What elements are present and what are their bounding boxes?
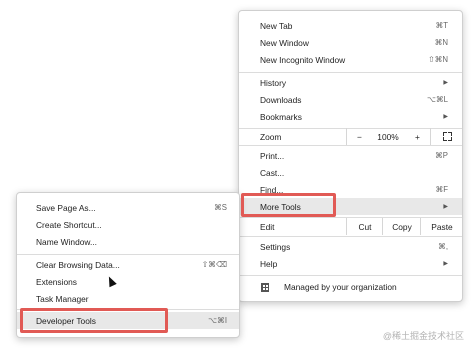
submenu-arrow-icon: ▶ <box>443 204 448 210</box>
menu-item-label: Save Page As... <box>36 202 96 213</box>
menu-item-shortcut: ⌘F <box>435 185 448 194</box>
cut-button[interactable]: Cut <box>346 218 383 235</box>
menu-divider <box>239 275 462 276</box>
menu-item-new-window[interactable]: New Window ⌘N <box>239 34 462 51</box>
menu-item-label: Clear Browsing Data... <box>36 259 120 270</box>
zoom-out-button[interactable]: − <box>346 128 372 145</box>
menu-item-label: New Window <box>260 37 309 48</box>
more-tools-submenu: Save Page As... ⌘S Create Shortcut... Na… <box>16 192 240 338</box>
menu-divider <box>239 145 462 146</box>
submenu-item-name-window[interactable]: Name Window... <box>17 233 239 250</box>
menu-item-label: Settings <box>260 241 291 252</box>
fullscreen-icon <box>442 132 452 141</box>
menu-item-print[interactable]: Print... ⌘P <box>239 147 462 164</box>
menu-item-settings[interactable]: Settings ⌘, <box>239 238 462 255</box>
plus-icon: + <box>415 131 420 142</box>
menu-item-label: Print... <box>260 150 285 161</box>
menu-item-shortcut: ⇧⌘N <box>428 55 448 64</box>
submenu-item-extensions[interactable]: Extensions <box>17 273 239 290</box>
zoom-in-button[interactable]: + <box>405 128 430 145</box>
menu-item-cast[interactable]: Cast... <box>239 164 462 181</box>
submenu-item-clear-browsing-data[interactable]: Clear Browsing Data... ⇧⌘⌫ <box>17 256 239 273</box>
zoom-value: 100% <box>377 131 399 142</box>
menu-item-shortcut: ⌘, <box>438 242 448 251</box>
menu-item-downloads[interactable]: Downloads ⌥⌘L <box>239 91 462 108</box>
menu-item-bookmarks[interactable]: Bookmarks ▶ <box>239 108 462 125</box>
menu-item-label: Bookmarks <box>260 111 302 122</box>
menu-divider <box>239 236 462 237</box>
fullscreen-button[interactable] <box>430 128 463 145</box>
copy-button[interactable]: Copy <box>382 218 421 235</box>
chrome-main-menu: New Tab ⌘T New Window ⌘N New Incognito W… <box>238 10 463 302</box>
watermark: @稀土掘金技术社区 <box>382 331 464 341</box>
menu-item-label: Developer Tools <box>36 315 96 326</box>
managed-label: Managed by your organization <box>284 281 397 292</box>
menu-item-label: Downloads <box>260 94 302 105</box>
menu-item-new-incognito-window[interactable]: New Incognito Window ⇧⌘N <box>239 51 462 68</box>
menu-item-shortcut: ⌥⌘I <box>208 316 227 325</box>
menu-item-label: Create Shortcut... <box>36 219 102 230</box>
menu-item-shortcut: ⇧⌘⌫ <box>201 260 227 269</box>
submenu-item-save-page-as[interactable]: Save Page As... ⌘S <box>17 199 239 216</box>
menu-item-more-tools[interactable]: More Tools ▶ <box>239 198 462 215</box>
menu-item-label: Task Manager <box>36 293 89 304</box>
menu-item-history[interactable]: History ▶ <box>239 74 462 91</box>
menu-item-help[interactable]: Help ▶ <box>239 255 462 272</box>
building-icon <box>260 282 270 292</box>
menu-item-label: Help <box>260 258 278 269</box>
menu-item-shortcut: ⌘N <box>434 38 448 47</box>
menu-item-label: New Tab <box>260 20 293 31</box>
menu-item-label: New Incognito Window <box>260 54 346 65</box>
minus-icon: − <box>357 131 362 142</box>
menu-item-find[interactable]: Find... ⌘F <box>239 181 462 198</box>
menu-item-shortcut: ⌘S <box>214 203 227 212</box>
menu-item-shortcut: ⌘P <box>435 151 448 160</box>
menu-item-label: More Tools <box>260 201 301 212</box>
edit-row: Edit Cut Copy Paste <box>239 218 462 235</box>
menu-item-new-tab[interactable]: New Tab ⌘T <box>239 17 462 34</box>
menu-item-label: History <box>260 77 287 88</box>
submenu-arrow-icon: ▶ <box>443 114 448 120</box>
paste-label: Paste <box>431 221 453 232</box>
cut-label: Cut <box>358 221 372 232</box>
menu-divider <box>17 309 239 310</box>
menu-divider <box>17 254 239 255</box>
menu-item-label: Extensions <box>36 276 77 287</box>
menu-item-label: Find... <box>260 184 284 195</box>
copy-label: Copy <box>392 221 412 232</box>
submenu-arrow-icon: ▶ <box>443 261 448 267</box>
menu-item-shortcut: ⌘T <box>435 21 448 30</box>
submenu-item-developer-tools[interactable]: Developer Tools ⌥⌘I <box>17 312 239 329</box>
submenu-arrow-icon: ▶ <box>443 80 448 86</box>
menu-divider <box>239 72 462 73</box>
menu-item-label: Cast... <box>260 167 285 178</box>
managed-by-organization[interactable]: Managed by your organization <box>239 278 462 295</box>
menu-item-label: Name Window... <box>36 236 97 247</box>
paste-button[interactable]: Paste <box>420 218 463 235</box>
zoom-row: Zoom − 100% + <box>239 128 462 145</box>
submenu-item-task-manager[interactable]: Task Manager <box>17 290 239 307</box>
menu-item-shortcut: ⌥⌘L <box>426 95 448 104</box>
zoom-level: 100% <box>371 128 405 145</box>
submenu-item-create-shortcut[interactable]: Create Shortcut... <box>17 216 239 233</box>
